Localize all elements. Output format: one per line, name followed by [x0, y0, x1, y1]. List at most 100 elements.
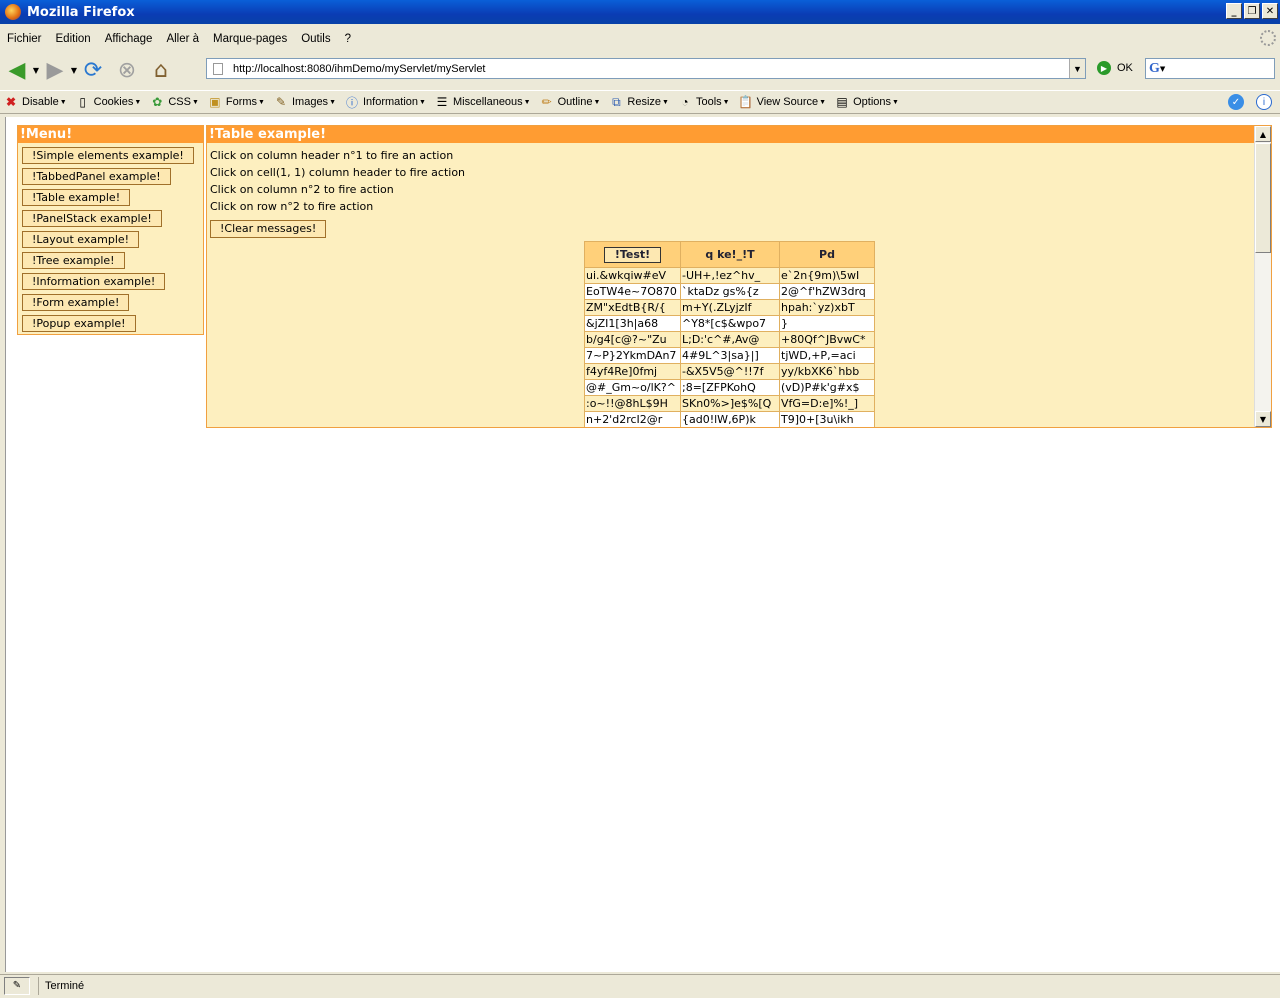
table-cell[interactable]: T9]0+[3u\ikh: [779, 411, 875, 427]
dev-css[interactable]: ✿ CSS ▼: [150, 95, 199, 109]
menu-help[interactable]: ?: [345, 33, 351, 45]
table-cell[interactable]: +80Qf^JBvwC*: [779, 331, 875, 348]
form-button[interactable]: !Form example!: [22, 294, 130, 311]
tree-button[interactable]: !Tree example!: [22, 252, 125, 269]
panelstack-button[interactable]: !PanelStack example!: [22, 210, 162, 227]
table-row[interactable]: &jZI1[3h|a68 ^Y8*[c$&wpo7}: [584, 315, 875, 332]
table-cell[interactable]: ^Y8*[c$&wpo7: [680, 315, 780, 332]
table-cell[interactable]: 2@^f'hZW3drq: [779, 283, 875, 300]
validate-check-icon[interactable]: ✓: [1228, 94, 1244, 110]
table-cell[interactable]: ZM"xEdtB{R/{: [584, 299, 681, 316]
table-cell[interactable]: `ktaDz gs%{z: [680, 283, 780, 300]
table-cell[interactable]: L;D:'c^#,Av@: [680, 331, 780, 348]
clear-messages-button[interactable]: !Clear messages!: [210, 220, 327, 238]
table-cell[interactable]: (vD)P#k'g#x$: [779, 379, 875, 396]
information-button[interactable]: !Information example!: [22, 273, 166, 290]
table-cell[interactable]: hpah:`yz)xbT: [779, 299, 875, 316]
dev-cookies[interactable]: ▯ Cookies ▼: [76, 95, 141, 109]
status-icon: ✎: [4, 976, 30, 995]
dev-images[interactable]: ✎ Images ▼: [274, 95, 336, 109]
forward-arrow-icon[interactable]: ▶: [42, 57, 68, 83]
table-cell[interactable]: n+2'd2rcI2@r: [584, 411, 681, 427]
table-cell[interactable]: }: [779, 315, 875, 332]
table-cell[interactable]: SKn0%>]e$%[Q: [680, 395, 780, 412]
table-cell[interactable]: {ad0!lW,6P)k: [680, 411, 780, 427]
home-icon[interactable]: ⌂: [148, 57, 174, 83]
dev-view-source[interactable]: 📋 View Source ▼: [738, 95, 826, 109]
menu-edition[interactable]: Edition: [56, 33, 91, 45]
menu-affichage[interactable]: Affichage: [105, 33, 153, 45]
scroll-thumb[interactable]: [1255, 143, 1271, 253]
table-cell[interactable]: -UH+,!ez^hv_: [680, 267, 780, 284]
menu-outils[interactable]: Outils: [301, 33, 330, 45]
column-header-2[interactable]: q ke!_!T: [680, 241, 780, 268]
table-row[interactable]: b/g4[c@?~"Zu L;D:'c^#,Av@ +80Qf^JBvwC*: [584, 331, 875, 348]
test-header-button[interactable]: !Test!: [603, 246, 662, 263]
forward-dropdown-icon[interactable]: ▼: [68, 57, 80, 83]
menu-fichier[interactable]: Fichier: [7, 33, 42, 45]
table-button[interactable]: !Table example!: [22, 189, 131, 206]
popup-button[interactable]: !Popup example!: [22, 315, 136, 332]
table-cell[interactable]: 4#9L^3|sa}|]: [680, 347, 780, 364]
table-cell[interactable]: tjWD,+P,=aci: [779, 347, 875, 364]
table-cell[interactable]: -&X5V5@^!!7f: [680, 363, 780, 380]
minimize-button[interactable]: _: [1226, 3, 1242, 19]
column-header-test[interactable]: !Test!: [584, 241, 681, 268]
dev-forms[interactable]: ▣ Forms ▼: [208, 95, 265, 109]
table-cell[interactable]: VfG=D:e]%!_]: [779, 395, 875, 412]
table-row[interactable]: ui.&wkqiw#eV -UH+,!ez^hv_ e`2n{9m)\5wI: [584, 267, 875, 284]
table-cell[interactable]: 7~P}2YkmDAn7: [584, 347, 681, 364]
table-row[interactable]: f4yf4Re]0fmj -&X5V5@^!!7f yy/kbXK6`hbb: [584, 363, 875, 380]
scroll-down-arrow-icon[interactable]: ▼: [1255, 411, 1271, 427]
restore-button[interactable]: ❐: [1244, 3, 1260, 19]
dev-miscellaneous[interactable]: ☰ Miscellaneous ▼: [435, 95, 531, 109]
table-cell[interactable]: ui.&wkqiw#eV: [584, 267, 681, 284]
table-cell[interactable]: &jZI1[3h|a68: [584, 315, 681, 332]
table-cell[interactable]: b/g4[c@?~"Zu: [584, 331, 681, 348]
table-row[interactable]: 7~P}2YkmDAn7 4#9L^3|sa}|] tjWD,+P,=aci: [584, 347, 875, 364]
table-row[interactable]: EoTW4e~7O870 `ktaDz gs%{z 2@^f'hZW3drq: [584, 283, 875, 300]
dev-disable[interactable]: ✖ Disable ▼: [4, 95, 67, 109]
simple-elements-button[interactable]: !Simple elements example!: [22, 147, 194, 164]
go-button[interactable]: ▶ OK: [1097, 61, 1133, 75]
dev-resize[interactable]: ⧉ Resize ▼: [609, 95, 669, 109]
table-row[interactable]: :o~!!@8hL$9H SKn0%>]e$%[Q VfG=D:e]%!_]: [584, 395, 875, 412]
reload-icon[interactable]: ⟳: [80, 57, 106, 83]
table-panel-scrollbar[interactable]: ▲ ▼: [1254, 126, 1271, 427]
table-cell[interactable]: f4yf4Re]0fmj: [584, 363, 681, 380]
table-cell[interactable]: @#_Gm~o/lK?^: [584, 379, 681, 396]
url-dropdown-icon[interactable]: ▼: [1069, 59, 1085, 78]
scroll-up-arrow-icon[interactable]: ▲: [1255, 126, 1271, 142]
table-cell[interactable]: e`2n{9m)\5wI: [779, 267, 875, 284]
back-arrow-icon[interactable]: ◀: [4, 57, 30, 83]
close-button[interactable]: ✕: [1262, 3, 1278, 19]
status-bar: ✎ Terminé: [0, 974, 1280, 996]
menu-marque-pages[interactable]: Marque-pages: [213, 33, 287, 45]
table-cell[interactable]: :o~!!@8hL$9H: [584, 395, 681, 412]
stop-icon[interactable]: ⊗: [114, 57, 140, 83]
layout-button[interactable]: !Layout example!: [22, 231, 140, 248]
menu-panel: !Menu! !Simple elements example! !Tabbed…: [17, 125, 204, 335]
menu-aller-a[interactable]: Aller à: [166, 33, 199, 45]
table-row[interactable]: ZM"xEdtB{R/{m+Y(.ZLyjzIf hpah:`yz)xbT: [584, 299, 875, 316]
table-cell[interactable]: EoTW4e~7O870: [584, 283, 681, 300]
table-row[interactable]: @#_Gm~o/lK?^ ;8=[ZFPKohQ (vD)P#k'g#x$: [584, 379, 875, 396]
column-header-3[interactable]: Pd: [779, 241, 875, 268]
dev-tools[interactable]: ◔ Tools ▼: [678, 95, 729, 109]
options-icon: ▤: [836, 95, 848, 109]
title-bar: Mozilla Firefox _ ❐ ✕: [0, 0, 1280, 24]
url-field[interactable]: http://localhost:8080/ihmDemo/myServlet/…: [206, 58, 1086, 79]
dev-options[interactable]: ▤ Options ▼: [835, 95, 899, 109]
dev-information[interactable]: ⓘ Information ▼: [345, 95, 426, 110]
table-cell[interactable]: yy/kbXK6`hbb: [779, 363, 875, 380]
table-cell[interactable]: ;8=[ZFPKohQ: [680, 379, 780, 396]
back-dropdown-icon[interactable]: ▼: [30, 57, 42, 83]
tabbedpanel-button[interactable]: !TabbedPanel example!: [22, 168, 171, 185]
table-cell[interactable]: m+Y(.ZLyjzIf: [680, 299, 780, 316]
search-input[interactable]: G ▼: [1145, 58, 1275, 79]
search-engine-icon[interactable]: G: [1149, 61, 1160, 77]
search-engine-dropdown-icon[interactable]: ▼: [1160, 65, 1165, 73]
table-row[interactable]: n+2'd2rcI2@r {ad0!lW,6P)k T9]0+[3u\ikh: [584, 411, 875, 427]
dev-outline[interactable]: ✏ Outline ▼: [540, 95, 601, 109]
info-icon[interactable]: i: [1256, 94, 1272, 110]
